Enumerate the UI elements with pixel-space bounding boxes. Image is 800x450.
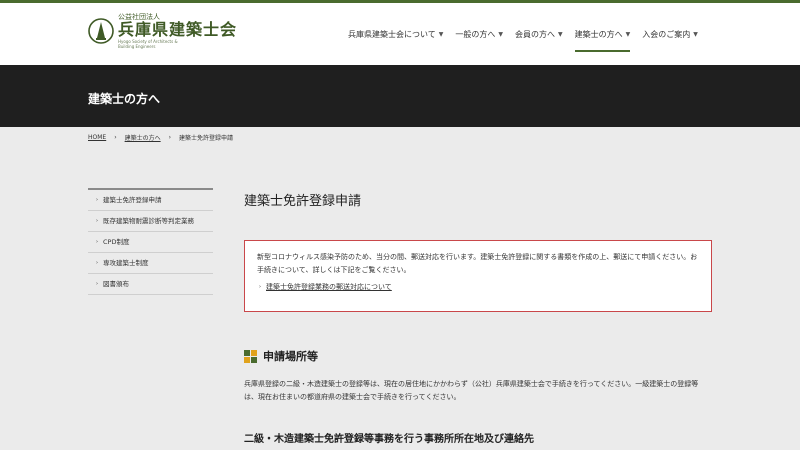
breadcrumb: HOME › 建築士の方へ › 建築士免許登録申請	[88, 133, 233, 142]
breadcrumb-architects-link[interactable]: 建築士の方へ	[125, 133, 161, 142]
grid-cell-1	[244, 349, 250, 356]
grid-cell-2	[251, 349, 257, 356]
nav-item-label: 兵庫県建築士会について	[348, 30, 436, 39]
grid-cell-4	[251, 356, 257, 363]
chevron-right-icon: ›	[259, 284, 261, 290]
nav-item-label: 入会のご案内	[642, 30, 691, 39]
nav-item-architects[interactable]: 建築士の方へ ▼	[574, 29, 631, 52]
sidebar-item-license-registration[interactable]: › 建築士免許登録申請	[88, 190, 213, 211]
nav-item-label: 建築士の方へ	[574, 30, 623, 39]
office-contact-subheading: 二級・木造建築士免許登録等事務を行う事務所所在地及び連絡先	[244, 434, 534, 445]
breadcrumb-current: 建築士免許登録申請	[179, 135, 234, 142]
chevron-right-icon: ›	[96, 260, 98, 266]
chevron-down-icon: ▼	[498, 31, 504, 38]
chevron-down-icon: ▼	[438, 31, 444, 38]
notice-link-row: › 建築士免許登録業務の郵送対応について	[257, 282, 699, 292]
chevron-down-icon: ▼	[625, 31, 631, 38]
grid-cell-3	[244, 356, 250, 363]
nav-item-members[interactable]: 会員の方へ ▼	[515, 29, 563, 46]
logo-emblem-icon	[88, 18, 114, 44]
nav-item-label: 一般の方へ	[455, 30, 496, 39]
sidebar-item-label: CPD制度	[103, 238, 130, 246]
notice-text: 新型コロナウィルス感染予防のため、当分の間、郵送対応を行います。建築士免許登録に…	[257, 253, 698, 274]
chevron-down-icon: ▼	[693, 31, 698, 38]
nav-item-general[interactable]: 一般の方へ ▼	[455, 29, 503, 46]
main-content: 建築士免許登録申請 新型コロナウィルス感染予防のため、当分の間、郵送対応を行いま…	[244, 190, 712, 445]
sidebar-item-seismic-diagnosis[interactable]: › 既存建築物耐震診断等判定業務	[88, 211, 213, 232]
breadcrumb-separator-icon: ›	[168, 134, 172, 141]
chevron-right-icon: ›	[96, 197, 98, 203]
nav-item-about[interactable]: 兵庫県建築士会について ▼	[348, 29, 443, 46]
sidebar-item-label: 既存建築物耐震診断等判定業務	[103, 217, 194, 225]
postal-procedure-link[interactable]: 建築士免許登録業務の郵送対応について	[266, 282, 392, 292]
logo-text: 公益社団法人 兵庫県建築士会 Hyogo Society of Architec…	[118, 13, 237, 49]
logo-main-text: 兵庫県建築士会	[118, 20, 238, 39]
logo-english-line-2: Building Engineers	[118, 44, 156, 49]
main-nav: 兵庫県建築士会について ▼ 一般の方へ ▼ 会員の方へ ▼ 建築士の方へ ▼ 入…	[348, 29, 710, 52]
chevron-right-icon: ›	[96, 218, 98, 224]
sidebar-item-cpd[interactable]: › CPD制度	[88, 232, 213, 253]
chevron-right-icon: ›	[96, 281, 98, 287]
sidebar-item-books[interactable]: › 図書頒布	[88, 274, 213, 295]
nav-item-label: 会員の方へ	[515, 30, 556, 39]
banner-title: 建築士の方へ	[88, 92, 161, 106]
section-title: 申請場所等	[263, 350, 318, 363]
sidebar-item-specialist[interactable]: › 専攻建築士制度	[88, 253, 213, 274]
nav-item-join[interactable]: 入会のご案内 ▼	[642, 29, 698, 46]
sidebar: › 建築士免許登録申請 › 既存建築物耐震診断等判定業務 › CPD制度 › 専…	[88, 188, 213, 295]
section-heading: 申請場所等	[244, 348, 318, 364]
page-title: 建築士免許登録申請	[244, 194, 362, 209]
sidebar-item-label: 建築士免許登録申請	[103, 196, 162, 204]
section-grid-icon	[244, 349, 257, 363]
breadcrumb-separator-icon: ›	[114, 134, 117, 141]
site-logo[interactable]: 公益社団法人 兵庫県建築士会 Hyogo Society of Architec…	[88, 13, 237, 49]
notice-box: 新型コロナウィルス感染予防のため、当分の間、郵送対応を行います。建築士免許登録に…	[244, 240, 712, 312]
site-header: 公益社団法人 兵庫県建築士会 Hyogo Society of Architec…	[0, 3, 800, 65]
page-banner: 建築士の方へ	[0, 65, 800, 127]
chevron-down-icon: ▼	[558, 31, 563, 38]
breadcrumb-home-link[interactable]: HOME	[88, 134, 106, 141]
sidebar-item-label: 図書頒布	[103, 280, 129, 288]
chevron-right-icon: ›	[96, 239, 98, 245]
application-place-paragraph: 兵庫県登録の二級・木造建築士の登録等は、現在の居住地にかかわらず（公社）兵庫県建…	[244, 380, 699, 401]
sidebar-item-label: 専攻建築士制度	[103, 259, 149, 267]
